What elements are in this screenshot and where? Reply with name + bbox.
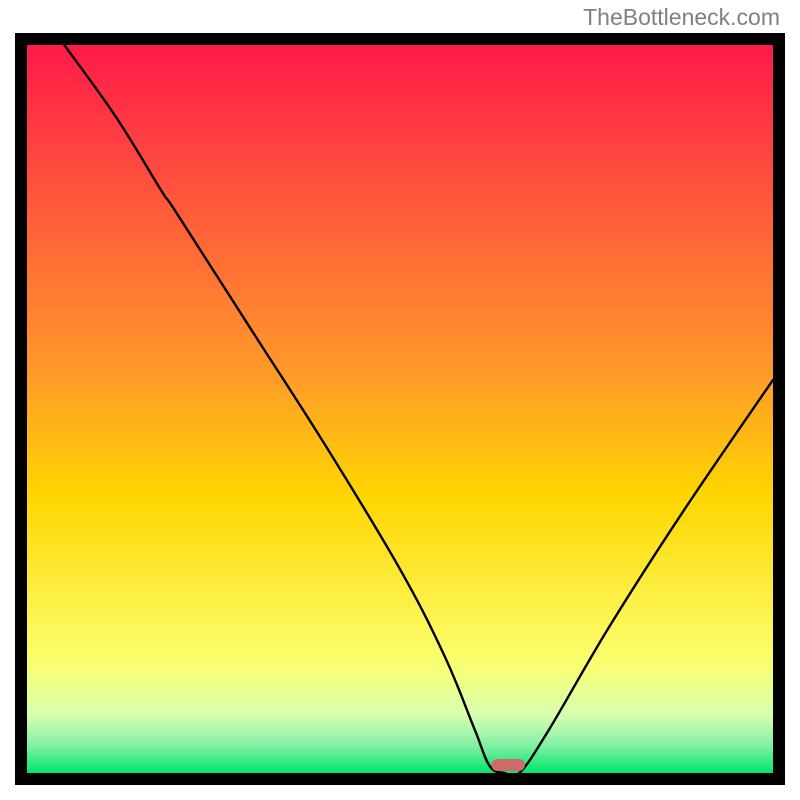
chart-frame: TheBottleneck.com — [0, 0, 800, 800]
optimal-marker — [491, 759, 525, 771]
chart-svg — [15, 33, 785, 785]
bottleneck-chart — [15, 33, 785, 785]
watermark-text: TheBottleneck.com — [583, 4, 780, 31]
